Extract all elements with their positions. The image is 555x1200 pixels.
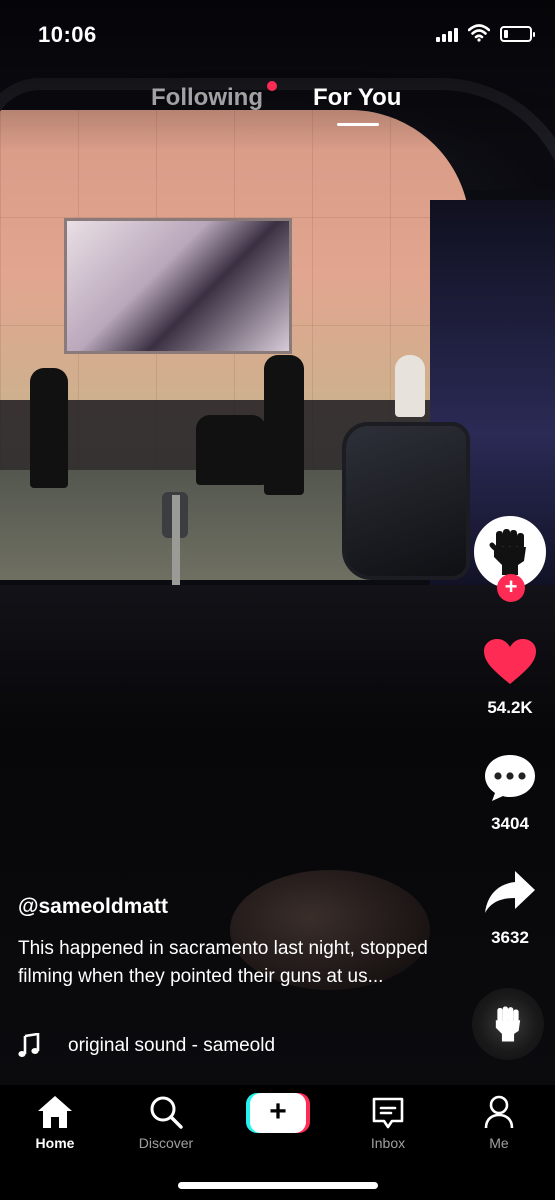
- creator-username[interactable]: @sameoldmatt: [18, 895, 168, 919]
- nav-me[interactable]: Me: [454, 1085, 544, 1151]
- sound-disc[interactable]: [472, 988, 544, 1060]
- post-caption: This happened in sacramento last night, …: [18, 938, 428, 987]
- share-count: 3632: [491, 928, 529, 947]
- battery-icon: [500, 26, 535, 42]
- like-button[interactable]: 54.2K: [470, 632, 550, 718]
- nav-discover[interactable]: Discover: [121, 1085, 211, 1151]
- side-mirror: [342, 422, 470, 580]
- status-bar: 10:06: [0, 0, 555, 70]
- raised-fist-icon: [495, 1006, 521, 1042]
- status-time: 10:06: [38, 22, 97, 47]
- comment-count: 3404: [491, 814, 529, 833]
- sound-name: original sound - sameold: [68, 1035, 276, 1056]
- nav-home-label: Home: [35, 1135, 75, 1151]
- share-button[interactable]: 3632: [470, 862, 550, 948]
- profile-icon: [484, 1095, 514, 1129]
- battery-level: [504, 30, 508, 38]
- nav-inbox-label: Inbox: [370, 1135, 406, 1151]
- share-arrow-icon: [485, 871, 535, 913]
- nav-inbox[interactable]: Inbox: [343, 1085, 433, 1151]
- creator-avatar-group: +: [474, 516, 546, 602]
- raised-fist-icon: [489, 529, 526, 575]
- heart-icon: [484, 639, 536, 684]
- feed-tabs: Following For You: [0, 84, 555, 130]
- car-window-frame: [0, 78, 555, 638]
- like-count: 54.2K: [487, 698, 533, 717]
- create-button[interactable]: +: [246, 1093, 310, 1133]
- following-notification-dot: [267, 81, 277, 91]
- inbox-icon: [372, 1097, 404, 1129]
- home-indicator[interactable]: [178, 1182, 378, 1189]
- nav-me-label: Me: [489, 1135, 509, 1151]
- follow-button[interactable]: +: [497, 574, 525, 602]
- plus-icon: +: [250, 1093, 306, 1133]
- active-tab-indicator: [337, 123, 379, 126]
- cellular-signal-icon: [436, 28, 458, 42]
- tab-following[interactable]: Following: [151, 84, 263, 112]
- tab-for-you[interactable]: For You: [313, 84, 401, 112]
- comment-button[interactable]: 3404: [470, 748, 550, 834]
- home-icon: [38, 1096, 72, 1128]
- comment-bubble-icon: [485, 755, 535, 801]
- wifi-icon: [468, 24, 490, 42]
- nav-discover-label: Discover: [138, 1135, 194, 1151]
- nav-home[interactable]: Home: [10, 1085, 100, 1151]
- sound-link[interactable]: original sound - sameold: [18, 1033, 358, 1063]
- search-icon: [150, 1096, 183, 1129]
- music-note-icon: [18, 1033, 40, 1057]
